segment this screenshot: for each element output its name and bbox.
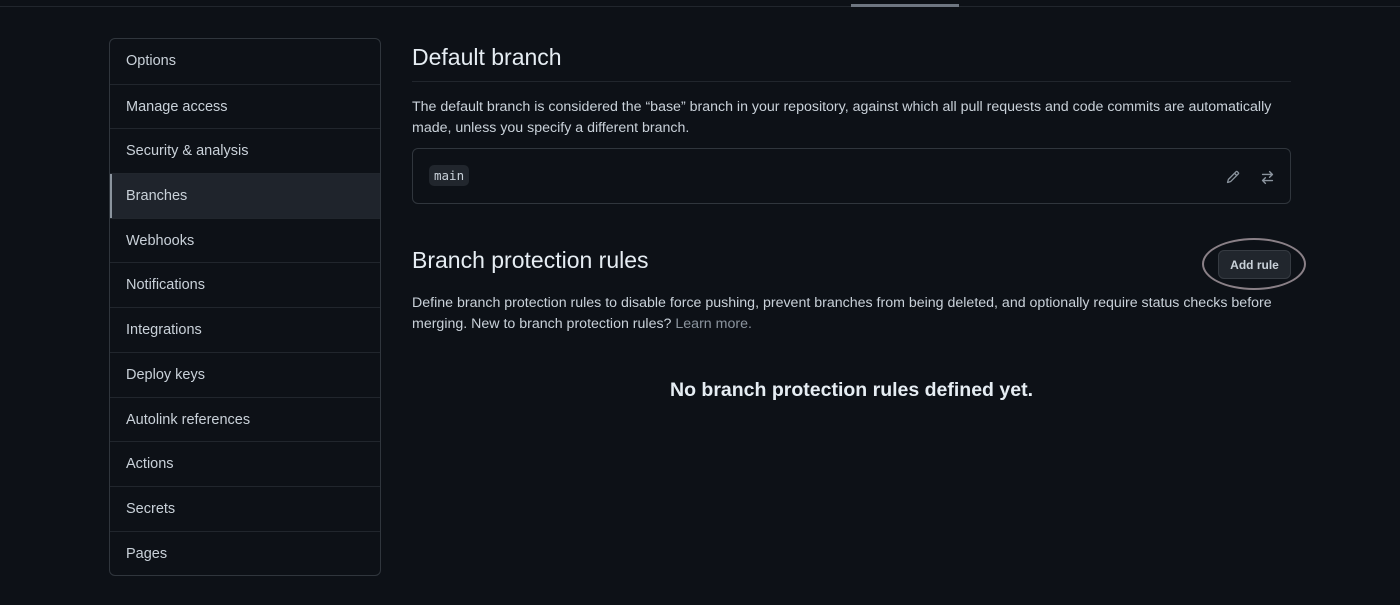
header-bottom-border [0, 0, 1400, 7]
sidebar-item-pages[interactable]: Pages [110, 530, 380, 576]
settings-sidebar: Options Manage access Security & analysi… [109, 38, 381, 577]
branch-protection-section: Branch protection rules Add rule Define … [412, 238, 1306, 402]
default-branch-title: Default branch [412, 44, 562, 70]
sidebar-item-secrets[interactable]: Secrets [110, 485, 380, 531]
default-branch-description: The default branch is considered the “ba… [412, 99, 1272, 136]
branch-protection-description: Define branch protection rules to disabl… [412, 293, 1291, 335]
section-divider [412, 285, 1291, 286]
empty-state-message: No branch protection rules defined yet. [670, 379, 1033, 401]
branch-protection-title: Branch protection rules [412, 247, 649, 273]
section-divider [412, 81, 1291, 82]
default-branch-section: Default branch The default branch is con… [412, 38, 1291, 204]
sidebar-item-security-analysis[interactable]: Security & analysis [110, 128, 380, 173]
add-rule-button[interactable]: Add rule [1218, 250, 1291, 279]
pencil-icon[interactable] [1223, 167, 1243, 187]
active-tab-underline [851, 4, 959, 7]
sidebar-item-actions[interactable]: Actions [110, 441, 380, 486]
sidebar-item-integrations[interactable]: Integrations [110, 307, 380, 352]
sidebar-item-autolink-references[interactable]: Autolink references [110, 396, 380, 442]
default-branch-name: main [429, 165, 470, 186]
sidebar-item-manage-access[interactable]: Manage access [110, 83, 380, 129]
sidebar-item-deploy-keys[interactable]: Deploy keys [110, 351, 380, 397]
branches-settings-main: Default branch The default branch is con… [412, 38, 1306, 402]
branch-protection-header: Branch protection rules Add rule [412, 238, 1306, 290]
sidebar-item-notifications[interactable]: Notifications [110, 262, 380, 307]
arrow-switch-icon[interactable] [1257, 167, 1277, 187]
sidebar-item-branches[interactable]: Branches [110, 173, 380, 218]
sidebar-item-options[interactable]: Options [110, 39, 380, 84]
learn-more-link[interactable]: Learn more. [675, 316, 752, 332]
default-branch-box: main [412, 148, 1291, 204]
sidebar-item-webhooks[interactable]: Webhooks [110, 217, 380, 263]
branch-protection-description-text: Define branch protection rules to disabl… [412, 295, 1272, 332]
